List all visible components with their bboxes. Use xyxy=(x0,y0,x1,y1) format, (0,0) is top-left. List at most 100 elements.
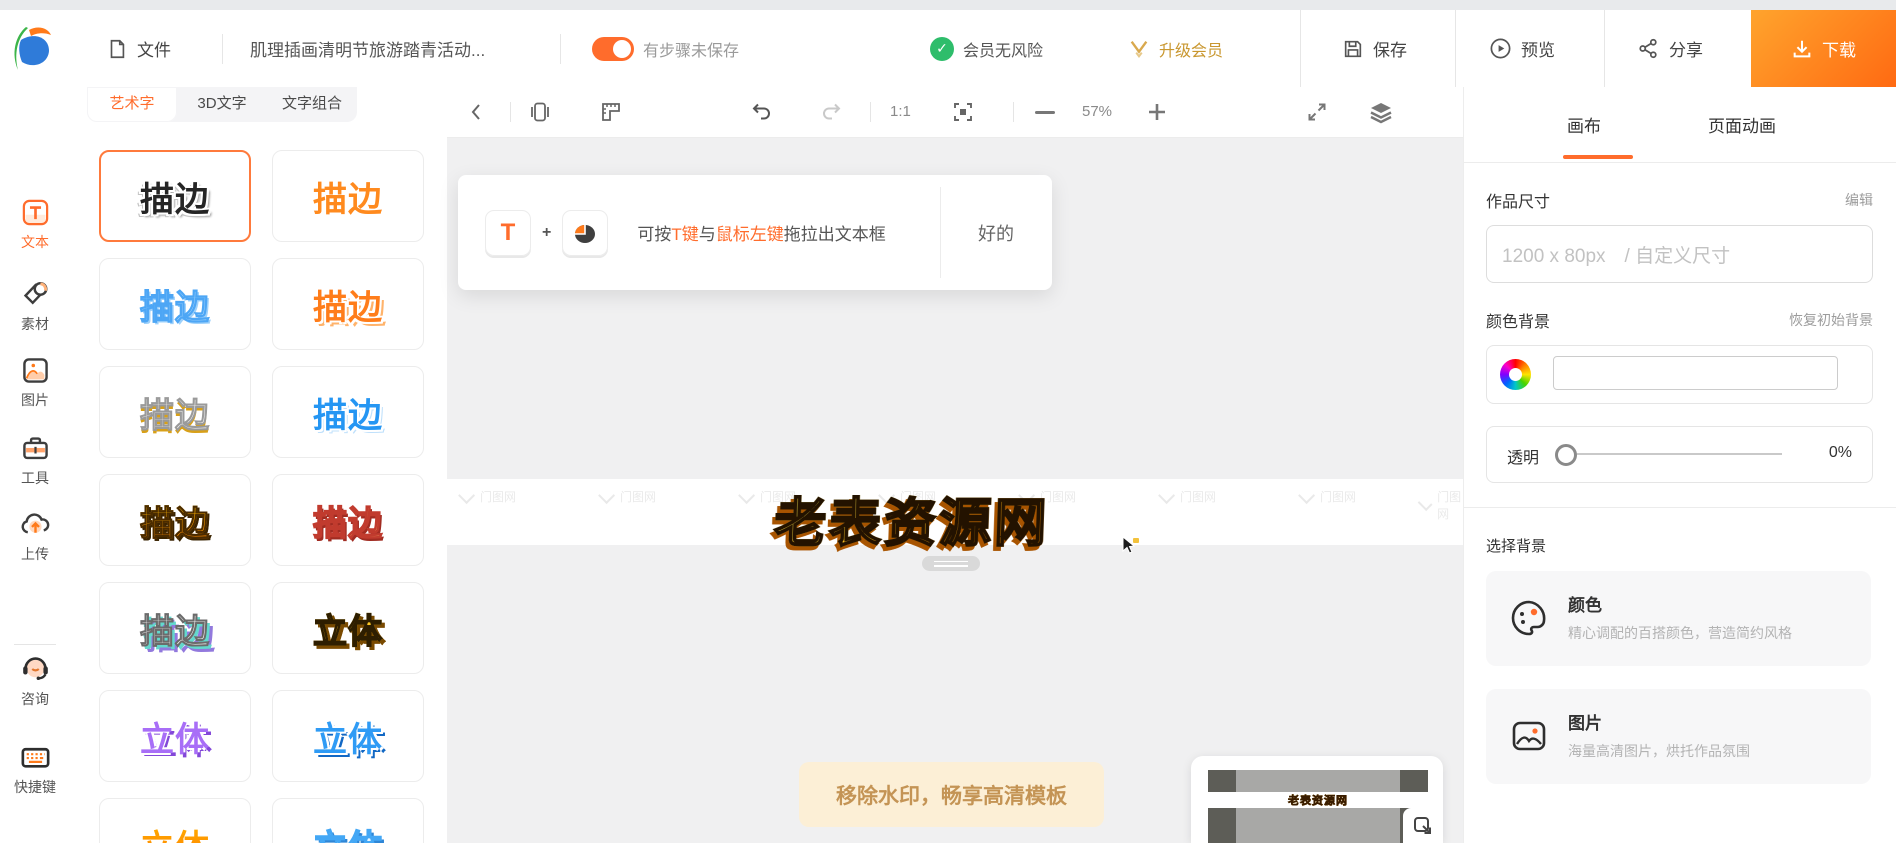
fullscreen-icon[interactable] xyxy=(1305,100,1329,124)
restore-bg-link[interactable]: 恢复初始背景 xyxy=(1789,310,1873,330)
artwork-text[interactable]: 老表资源网 xyxy=(746,481,1079,556)
main-sidebar: 文本 素材 图片 xyxy=(0,87,71,843)
tab-3d-text[interactable]: 3D文字 xyxy=(177,87,267,122)
upgrade-vip-label: 升级会员 xyxy=(1159,37,1223,61)
artboard[interactable]: 门图网 门图网 门图网 门图网 门图网 门图网 门图网 门图网 老表资源网 xyxy=(447,479,1463,545)
edit-size-link[interactable]: 编辑 xyxy=(1845,190,1873,210)
undo-icon[interactable] xyxy=(750,100,774,124)
watermark: 门图网 xyxy=(1302,488,1356,505)
divider xyxy=(1464,507,1896,508)
save-label: 保存 xyxy=(1373,36,1407,61)
bg-color-label: 颜色背景 xyxy=(1486,308,1550,332)
watermark: 门图网 xyxy=(462,488,516,505)
sidebar-label-tools: 工具 xyxy=(0,468,70,488)
upgrade-vip-button[interactable]: 升级会员 xyxy=(1128,10,1223,87)
member-safe-label: 会员无风险 xyxy=(963,37,1043,61)
remove-watermark-banner[interactable]: 移除水印，畅享高清模板 xyxy=(799,762,1104,827)
plus-sign: + xyxy=(542,224,551,242)
text-style-card[interactable]: 描边 xyxy=(99,474,251,566)
file-menu[interactable]: 文件 xyxy=(106,10,171,87)
save-icon xyxy=(1342,38,1364,60)
active-tab-underline xyxy=(1563,155,1633,159)
ratio-1-1-button[interactable]: 1:1 xyxy=(890,87,911,137)
size-input[interactable]: 1200 x 80px / 自定义尺寸 xyxy=(1486,225,1873,283)
bg-option-color[interactable]: 颜色 精心调配的百搭颜色，营造简约风格 xyxy=(1486,571,1871,666)
back-icon[interactable] xyxy=(465,100,489,124)
image-icon xyxy=(0,355,70,386)
autosave-status: 有步骤未保存 xyxy=(592,10,739,87)
opacity-slider-handle[interactable] xyxy=(1555,444,1577,466)
device-preview-icon[interactable] xyxy=(528,100,552,124)
download-button[interactable]: 下载 xyxy=(1751,10,1896,87)
canvas-area[interactable]: 1:1 57% T + xyxy=(447,87,1463,843)
bg-option-image[interactable]: 图片 海量高清图片，烘托作品氛围 xyxy=(1486,689,1871,784)
ruler-icon[interactable] xyxy=(599,100,623,124)
thumbnail-banner-strip: 老表资源网 xyxy=(1208,792,1428,808)
text-style-card[interactable]: 描边 xyxy=(272,474,424,566)
preview-button[interactable]: 预览 xyxy=(1489,10,1555,87)
materials-icon xyxy=(0,279,70,310)
sidebar-label-shortcuts: 快捷键 xyxy=(0,777,70,797)
text-style-card[interactable]: 描边 xyxy=(272,258,424,350)
text-styles-panel: 艺术字 3D文字 文字组合 描边 描边 描边 描边 描边 描边 描边 描边 描边… xyxy=(70,87,448,843)
text-style-card[interactable]: 描边 xyxy=(272,366,424,458)
redo-icon[interactable] xyxy=(819,100,843,124)
resize-handle[interactable] xyxy=(922,556,980,571)
text-style-card[interactable]: 描边 xyxy=(99,582,251,674)
collapse-thumbnail-icon[interactable] xyxy=(1403,808,1443,843)
text-style-card[interactable]: 立体 xyxy=(99,690,251,782)
design-editor-app: 文件 肌理插画清明节旅游踏青活动... 有步骤未保存 ✓ 会员无风险 升级会员 xyxy=(0,0,1896,843)
sidebar-item-support[interactable]: 咨询 xyxy=(0,652,70,709)
canvas-toolbar: 1:1 57% xyxy=(447,87,1463,138)
sidebar-item-text[interactable]: 文本 xyxy=(0,197,70,252)
text-style-card[interactable]: 立体 xyxy=(272,798,424,843)
sidebar-item-upload[interactable]: 上传 xyxy=(0,509,70,564)
page-thumbnail-card: 老表资源网 xyxy=(1191,756,1443,843)
opacity-value: 0% xyxy=(1829,444,1852,462)
watermark: 门图网 xyxy=(1422,488,1463,522)
mouse-cursor xyxy=(1119,535,1141,557)
bg-option-image-desc: 海量高清图片，烘托作品氛围 xyxy=(1568,741,1750,761)
text-style-card[interactable]: 立体 xyxy=(272,582,424,674)
tab-canvas[interactable]: 画布 xyxy=(1567,87,1601,162)
share-label: 分享 xyxy=(1669,36,1703,61)
text-style-card[interactable]: 描边 xyxy=(272,150,424,242)
share-button[interactable]: 分享 xyxy=(1637,10,1703,87)
save-button[interactable]: 保存 xyxy=(1342,10,1407,87)
sidebar-item-images[interactable]: 图片 xyxy=(0,355,70,410)
bg-color-value-input[interactable] xyxy=(1553,356,1838,390)
sidebar-item-shortcuts[interactable]: 快捷键 xyxy=(0,742,70,797)
tooltip-ok-button[interactable]: 好的 xyxy=(940,175,1052,290)
sidebar-item-materials[interactable]: 素材 xyxy=(0,279,70,334)
opacity-slider-track[interactable] xyxy=(1577,453,1782,455)
text-style-card[interactable]: 立体 xyxy=(99,798,251,843)
text-style-card[interactable]: 描边 xyxy=(99,258,251,350)
bg-option-image-title: 图片 xyxy=(1568,709,1602,734)
opacity-label: 透明 xyxy=(1507,444,1539,468)
divider xyxy=(1455,10,1456,87)
text-style-card[interactable]: 立体 xyxy=(272,690,424,782)
sidebar-item-tools[interactable]: 工具 xyxy=(0,433,70,488)
fit-canvas-icon[interactable] xyxy=(951,100,975,124)
text-panel-tabs: 艺术字 3D文字 文字组合 xyxy=(87,87,357,122)
autosave-toggle[interactable] xyxy=(592,37,634,61)
image-option-icon xyxy=(1508,715,1550,757)
member-safe-badge: ✓ 会员无风险 xyxy=(930,10,1043,87)
app-logo[interactable] xyxy=(8,10,54,87)
t-key-icon: T xyxy=(485,210,531,256)
text-style-grid: 描边 描边 描边 描边 描边 描边 描边 描边 描边 立体 立体 立体 立体 立… xyxy=(99,150,424,843)
sidebar-label-support: 咨询 xyxy=(0,689,70,709)
zoom-in-icon[interactable] xyxy=(1147,102,1167,122)
tab-page-animation[interactable]: 页面动画 xyxy=(1708,87,1776,162)
tab-art-text[interactable]: 艺术字 xyxy=(87,87,177,122)
text-hint-tooltip: T + 可按T键与鼠标左键拖拉出文本框 好的 xyxy=(458,175,1052,290)
color-wheel-icon[interactable] xyxy=(1500,359,1531,390)
page-thumbnail[interactable]: 老表资源网 xyxy=(1208,770,1428,843)
text-style-card[interactable]: 描边 xyxy=(99,150,251,242)
tab-text-combo[interactable]: 文字组合 xyxy=(267,87,357,122)
layers-icon[interactable] xyxy=(1368,100,1394,124)
document-title[interactable]: 肌理插画清明节旅游踏青活动... xyxy=(250,10,485,87)
text-style-card[interactable]: 描边 xyxy=(99,366,251,458)
zoom-out-icon[interactable] xyxy=(1035,111,1055,115)
opacity-row: 透明 0% xyxy=(1486,426,1873,483)
